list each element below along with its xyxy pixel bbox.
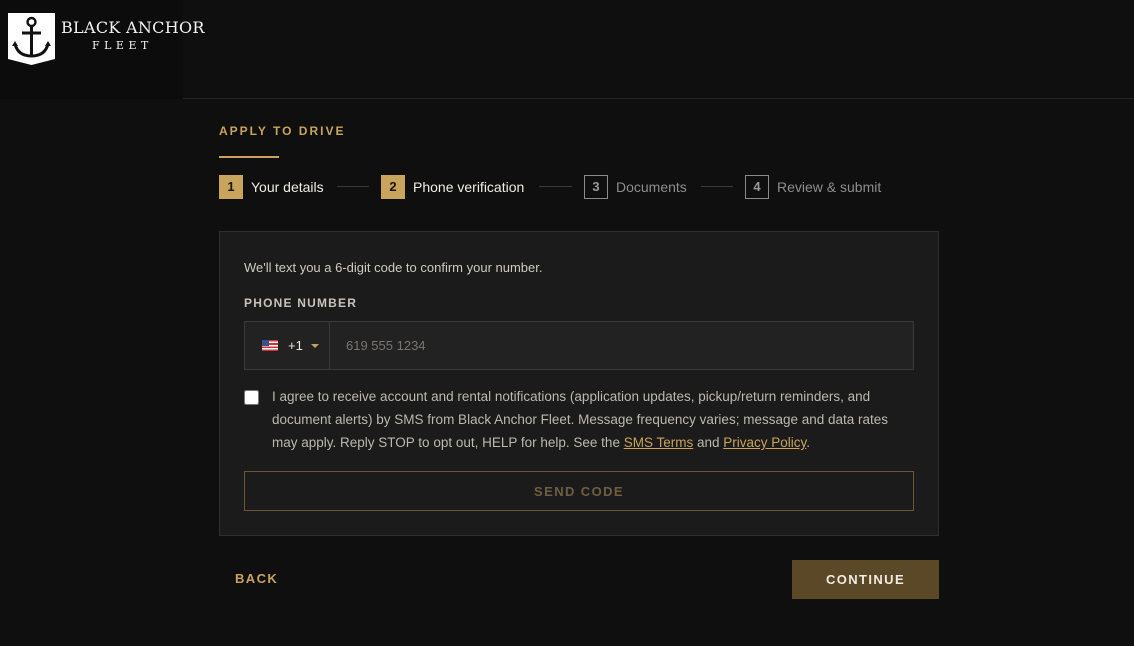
step-connector (701, 186, 733, 187)
brand-subname: FLEET (92, 39, 153, 52)
sms-terms-link[interactable]: SMS Terms (624, 435, 694, 450)
step-number: 3 (584, 174, 608, 199)
step-label: Documents (616, 178, 687, 195)
consent-period: . (806, 435, 811, 450)
top-bar: BLACK ANCHOR FLEET (0, 0, 1134, 99)
brand-name: BLACK ANCHOR (61, 18, 205, 37)
step-number: 4 (745, 174, 769, 199)
step-phone-verification[interactable]: 2 Phone verification (381, 174, 524, 199)
dial-code: +1 (288, 338, 303, 353)
page-eyebrow: APPLY TO DRIVE (219, 124, 346, 138)
continue-button[interactable]: CONTINUE (792, 560, 939, 599)
us-flag-icon (262, 340, 278, 351)
send-code-button[interactable]: SEND CODE (244, 471, 914, 511)
brand-logo[interactable]: BLACK ANCHOR FLEET (0, 0, 204, 99)
intro-text: We'll text you a 6-digit code to confirm… (244, 260, 543, 275)
chevron-down-icon (310, 343, 319, 348)
phone-verification-card: We'll text you a 6-digit code to confirm… (219, 231, 939, 536)
step-label: Your details (251, 178, 324, 195)
country-code-select[interactable]: +1 (245, 322, 330, 369)
step-label: Phone verification (413, 178, 525, 195)
phone-number-label: PHONE NUMBER (244, 296, 358, 310)
step-review-submit: 4 Review & submit (745, 174, 881, 199)
step-connector (539, 186, 572, 187)
back-button[interactable]: BACK (235, 571, 278, 586)
privacy-policy-link[interactable]: Privacy Policy (723, 435, 806, 450)
step-number: 1 (219, 174, 243, 199)
phone-number-input[interactable] (330, 322, 913, 369)
sms-consent-checkbox[interactable] (244, 390, 259, 405)
phone-input-group: +1 (244, 321, 914, 370)
step-your-details[interactable]: 1 Your details (219, 174, 324, 199)
step-label: Review & submit (777, 178, 882, 195)
consent-and: and (693, 435, 724, 450)
consent-text: I agree to receive account and rental no… (272, 385, 917, 454)
eyebrow-divider (219, 156, 279, 158)
anchor-icon (8, 13, 55, 65)
step-number: 2 (381, 174, 405, 199)
step-documents: 3 Documents (584, 174, 687, 199)
step-connector (337, 186, 369, 187)
